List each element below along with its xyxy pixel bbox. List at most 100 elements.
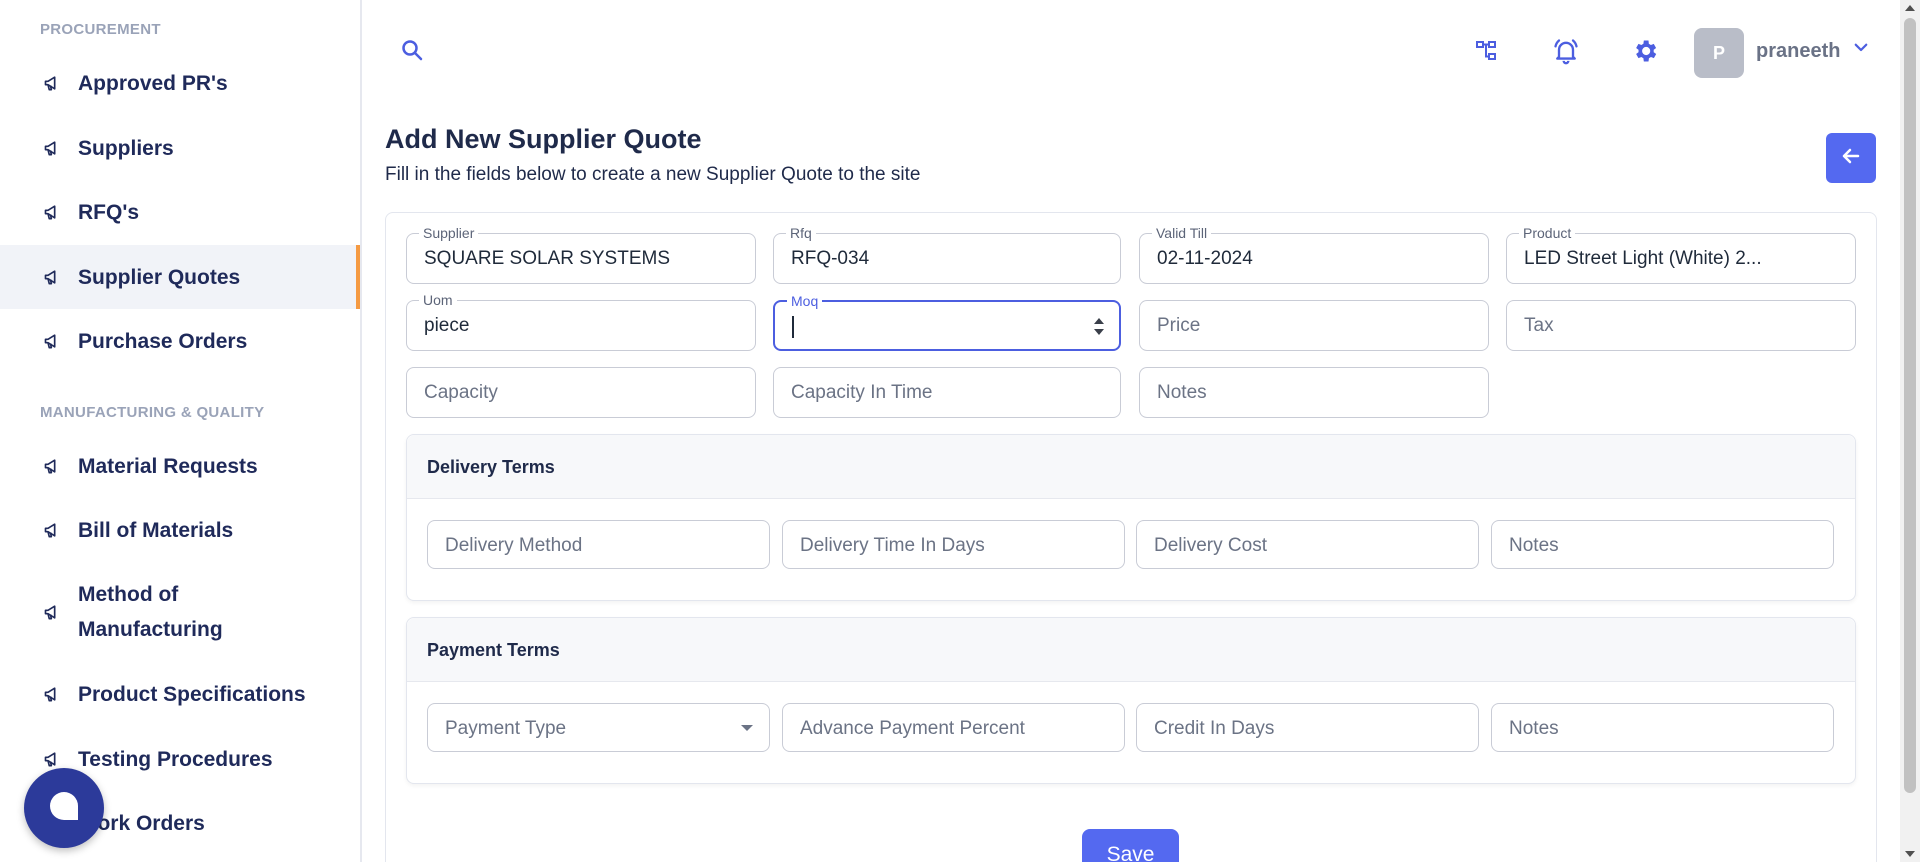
user-name[interactable]: praneeth bbox=[1756, 40, 1840, 63]
chat-launcher-button[interactable] bbox=[24, 768, 104, 848]
page-subtitle: Fill in the fields below to create a new… bbox=[385, 164, 921, 185]
sidebar-item-bill-of-materials[interactable]: Bill of Materials bbox=[0, 498, 360, 562]
caret-down-icon bbox=[741, 725, 753, 731]
supplier-label: Supplier bbox=[419, 225, 479, 241]
settings-button[interactable] bbox=[1630, 38, 1660, 68]
sidebar-item-label: Method of Manufacturing bbox=[78, 583, 223, 641]
org-chart-icon bbox=[1475, 39, 1499, 68]
sidebar-item-purchase-orders[interactable]: Purchase Orders bbox=[0, 309, 360, 373]
sidebar-section-manufacturing: MANUFACTURING & QUALITY bbox=[40, 404, 265, 421]
supplier-field[interactable]: Supplier SQUARE SOLAR SYSTEMS bbox=[406, 225, 756, 284]
sidebar-item-method-of-manufacturing[interactable]: Method of Manufacturing bbox=[0, 562, 360, 662]
search-button[interactable] bbox=[398, 38, 426, 66]
megaphone-icon bbox=[42, 137, 64, 159]
gear-icon bbox=[1631, 37, 1659, 70]
sidebar-item-suppliers[interactable]: Suppliers bbox=[0, 116, 360, 180]
scrollbar-thumb[interactable] bbox=[1904, 18, 1916, 793]
moq-field[interactable]: Moq bbox=[773, 293, 1121, 351]
sidebar-item-label: Approved PR's bbox=[78, 71, 228, 95]
sidebar-item-label: Bill of Materials bbox=[78, 518, 234, 542]
credit-days-field[interactable]: Credit In Days bbox=[1136, 703, 1479, 752]
delivery-terms-panel: Delivery Terms bbox=[406, 434, 1856, 601]
payment-notes-field[interactable]: Notes bbox=[1491, 703, 1834, 752]
delivery-cost-field[interactable]: Delivery Cost bbox=[1136, 520, 1479, 569]
payment-terms-header bbox=[407, 618, 1855, 682]
capacity-field[interactable]: Capacity bbox=[406, 367, 756, 418]
sidebar-item-label: Purchase Orders bbox=[78, 329, 248, 353]
payment-terms-title: Payment Terms bbox=[427, 640, 560, 660]
delivery-method-placeholder: Delivery Method bbox=[445, 535, 583, 556]
arrow-left-icon bbox=[1839, 144, 1863, 173]
valid-till-value: 02-11-2024 bbox=[1157, 248, 1253, 269]
notes-placeholder: Notes bbox=[1157, 382, 1207, 403]
page-scrollbar[interactable] bbox=[1900, 0, 1920, 862]
sidebar-item-label: RFQ's bbox=[78, 200, 140, 224]
app-root: PROCUREMENT Approved PR's Suppliers RFQ'… bbox=[0, 0, 1920, 862]
megaphone-icon bbox=[42, 601, 64, 623]
uom-label: Uom bbox=[419, 292, 457, 308]
sidebar-item-approved-prs[interactable]: Approved PR's bbox=[0, 51, 360, 115]
advance-payment-field[interactable]: Advance Payment Percent bbox=[782, 703, 1125, 752]
delivery-notes-field[interactable]: Notes bbox=[1491, 520, 1834, 569]
megaphone-icon bbox=[42, 519, 64, 541]
scroll-up-icon[interactable] bbox=[1905, 5, 1915, 11]
text-caret bbox=[792, 316, 794, 338]
megaphone-icon bbox=[42, 455, 64, 477]
save-button[interactable]: Save bbox=[1082, 829, 1179, 862]
stepper-down-icon[interactable] bbox=[1094, 329, 1104, 335]
rfq-field[interactable]: Rfq RFQ-034 bbox=[773, 225, 1121, 284]
megaphone-icon bbox=[42, 72, 64, 94]
notes-field[interactable]: Notes bbox=[1139, 367, 1489, 418]
delivery-terms-header bbox=[407, 435, 1855, 499]
delivery-time-placeholder: Delivery Time In Days bbox=[800, 535, 985, 556]
advance-payment-placeholder: Advance Payment Percent bbox=[800, 718, 1025, 739]
tax-field[interactable]: Tax bbox=[1506, 300, 1856, 351]
avatar[interactable]: P bbox=[1694, 28, 1744, 78]
megaphone-icon bbox=[42, 683, 64, 705]
product-field[interactable]: Product LED Street Light (White) 2... bbox=[1506, 225, 1856, 284]
payment-type-select[interactable]: Payment Type bbox=[427, 703, 770, 752]
payment-terms-panel: Payment Terms bbox=[406, 617, 1856, 784]
notifications-button[interactable] bbox=[1551, 38, 1581, 68]
sidebar-item-label: Supplier Quotes bbox=[78, 265, 241, 289]
user-menu-toggle[interactable] bbox=[1852, 38, 1870, 61]
valid-till-field[interactable]: Valid Till 02-11-2024 bbox=[1139, 225, 1489, 284]
page-title: Add New Supplier Quote bbox=[385, 124, 702, 154]
sidebar-section-procurement: PROCUREMENT bbox=[40, 21, 161, 38]
capacity-in-time-field[interactable]: Capacity In Time bbox=[773, 367, 1121, 418]
supplier-value: SQUARE SOLAR SYSTEMS bbox=[424, 248, 671, 269]
uom-field[interactable]: Uom piece bbox=[406, 292, 756, 351]
price-field[interactable]: Price bbox=[1139, 300, 1489, 351]
sidebar-item-material-requests[interactable]: Material Requests bbox=[0, 434, 360, 498]
sidebar-item-supplier-quotes[interactable]: Supplier Quotes bbox=[0, 245, 360, 309]
megaphone-icon bbox=[42, 330, 64, 352]
moq-stepper[interactable] bbox=[1093, 316, 1105, 338]
back-button[interactable] bbox=[1826, 133, 1876, 183]
tax-placeholder: Tax bbox=[1524, 315, 1554, 336]
search-icon bbox=[400, 38, 424, 67]
sidebar-item-label: Product Specifications bbox=[78, 682, 306, 706]
delivery-notes-placeholder: Notes bbox=[1509, 535, 1559, 556]
delivery-time-field[interactable]: Delivery Time In Days bbox=[782, 520, 1125, 569]
sidebar-item-product-specifications[interactable]: Product Specifications bbox=[0, 662, 360, 726]
bell-icon bbox=[1552, 37, 1580, 70]
org-chart-button[interactable] bbox=[1474, 40, 1500, 66]
product-value: LED Street Light (White) 2... bbox=[1524, 248, 1762, 269]
moq-label: Moq bbox=[787, 293, 823, 309]
chat-icon bbox=[47, 789, 81, 828]
payment-type-placeholder: Payment Type bbox=[445, 718, 567, 739]
sidebar-item-rfqs[interactable]: RFQ's bbox=[0, 180, 360, 244]
sidebar-item-label: Material Requests bbox=[78, 454, 258, 478]
sidebar: PROCUREMENT Approved PR's Suppliers RFQ'… bbox=[0, 0, 362, 862]
uom-value: piece bbox=[424, 315, 470, 336]
delivery-terms-title: Delivery Terms bbox=[427, 457, 555, 477]
scroll-down-icon[interactable] bbox=[1905, 851, 1915, 857]
sidebar-item-label: Testing Procedures bbox=[78, 747, 273, 771]
delivery-method-field[interactable]: Delivery Method bbox=[427, 520, 770, 569]
chevron-down-icon bbox=[1852, 43, 1870, 60]
top-bar bbox=[364, 0, 1900, 104]
product-label: Product bbox=[1519, 225, 1576, 241]
stepper-up-icon[interactable] bbox=[1094, 318, 1104, 324]
megaphone-icon bbox=[42, 201, 64, 223]
valid-till-label: Valid Till bbox=[1152, 225, 1212, 241]
